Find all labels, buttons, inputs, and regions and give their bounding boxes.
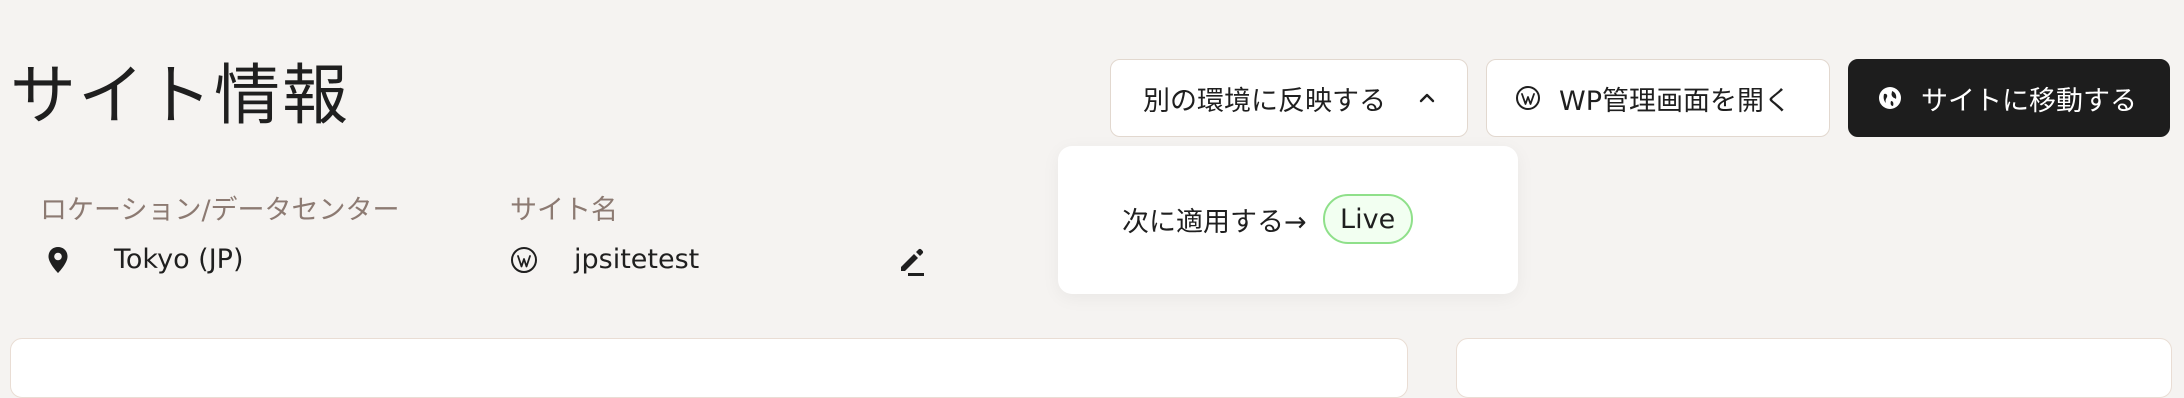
wordpress-icon xyxy=(1516,86,1540,110)
edit-pencil-icon[interactable] xyxy=(894,244,928,278)
live-environment-badge: Live xyxy=(1322,194,1413,244)
site-name-value: jpsitetest xyxy=(574,244,700,275)
apply-to-label: 次に適用する→ xyxy=(1122,206,1307,238)
reflect-environment-dropdown: 次に適用する→ Live xyxy=(1058,146,1518,294)
site-info-card-right xyxy=(1456,338,2172,398)
open-wp-admin-label: WP管理画面を開く xyxy=(1559,85,1791,117)
globe-icon xyxy=(1879,87,1901,109)
location-label: ロケーション/データセンター xyxy=(40,195,400,226)
visit-site-label: サイトに移動する xyxy=(1921,85,2137,117)
map-pin-icon xyxy=(48,246,68,273)
open-wp-admin-button[interactable]: WP管理画面を開く xyxy=(1486,59,1830,137)
reflect-to-environment-button[interactable]: 別の環境に反映する xyxy=(1110,59,1468,137)
location-value-row: Tokyo (JP) xyxy=(44,244,244,275)
chevron-up-icon xyxy=(1419,93,1435,103)
site-info-card-left xyxy=(10,338,1408,398)
apply-to-live-option[interactable]: 次に適用する→ Live xyxy=(1122,194,1413,244)
site-name-value-row: jpsitetest xyxy=(510,244,699,275)
page-title: サイト情報 xyxy=(10,57,350,134)
wordpress-icon xyxy=(511,246,537,273)
visit-site-button[interactable]: サイトに移動する xyxy=(1848,59,2170,137)
location-value: Tokyo (JP) xyxy=(114,244,244,275)
reflect-to-environment-label: 別の環境に反映する xyxy=(1143,85,1386,117)
site-name-label: サイト名 xyxy=(510,195,618,226)
